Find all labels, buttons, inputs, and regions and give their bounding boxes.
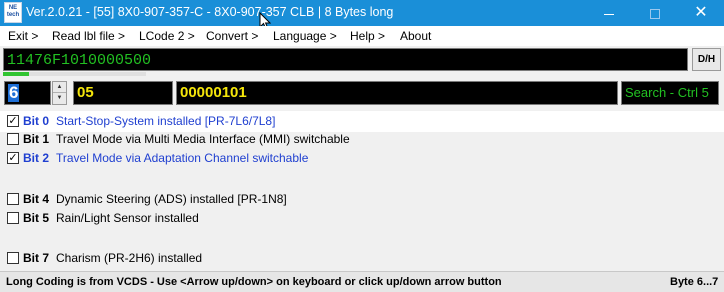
byte-hex-field[interactable]: 05 — [73, 81, 173, 105]
menu-help[interactable]: Help > — [350, 29, 385, 43]
window-title: Ver.2.0.21 - [55] 8X0-907-357-C - 8X0-90… — [26, 5, 394, 19]
spin-down-button[interactable]: ▼ — [53, 93, 66, 104]
dh-button[interactable]: D/H — [692, 48, 721, 71]
bit-label: Bit 2 — [23, 151, 50, 165]
menu-lcode-2[interactable]: LCode 2 > — [139, 29, 195, 43]
bit-1-checkbox[interactable] — [7, 133, 19, 145]
bit-description: Travel Mode via Multi Media Interface (M… — [56, 132, 350, 146]
menu-about[interactable]: About — [400, 29, 431, 43]
byte-binary-field[interactable]: 00000101 — [176, 81, 618, 105]
menu-bar: Exit > Read lbl file > LCode 2 > Convert… — [0, 26, 724, 46]
close-button[interactable]: ✕ — [678, 0, 724, 26]
bit-0-checkbox[interactable]: ✓ — [7, 115, 19, 127]
bit-label: Bit 1 — [23, 132, 50, 146]
long-coding-field[interactable]: 11476F1010000500 — [3, 48, 688, 71]
progress-bar — [3, 72, 146, 76]
bit-list: ✓ Bit 0 Start-Stop-System installed [PR-… — [0, 108, 724, 270]
status-bar: Long Coding is from VCDS - Use <Arrow up… — [0, 271, 724, 292]
maximize-button[interactable] — [632, 0, 678, 26]
menu-read-lbl-file[interactable]: Read lbl file > — [52, 29, 125, 43]
bit-label: Bit 0 — [23, 114, 50, 128]
bit-description: Dynamic Steering (ADS) installed [PR-1N8… — [56, 192, 287, 206]
maximize-icon — [650, 9, 660, 20]
byte-number-value: 6 — [8, 83, 20, 102]
close-icon: ✕ — [694, 4, 708, 21]
minimize-button[interactable] — [586, 0, 632, 26]
bit-row-7[interactable]: Bit 7 Charism (PR-2H6) installed — [0, 248, 724, 269]
bit-description: Charism (PR-2H6) installed — [56, 251, 203, 265]
progress-fill — [3, 72, 29, 76]
app-logo-icon: NE tech — [4, 2, 22, 23]
bit-row-4[interactable]: Bit 4 Dynamic Steering (ADS) installed [… — [0, 189, 724, 210]
menu-language[interactable]: Language > — [273, 29, 337, 43]
bit-7-checkbox[interactable] — [7, 252, 19, 264]
spin-up-button[interactable]: ▲ — [53, 82, 66, 93]
bit-2-checkbox[interactable]: ✓ — [7, 152, 19, 164]
bit-description: Rain/Light Sensor installed — [56, 211, 199, 225]
bit-label: Bit 7 — [23, 251, 50, 265]
bit-row-5[interactable]: Bit 5 Rain/Light Sensor installed — [0, 208, 724, 229]
minimize-icon — [604, 13, 614, 15]
byte-number-input[interactable]: 6 — [4, 81, 51, 105]
byte-stepper: ▲ ▼ — [52, 81, 67, 105]
menu-exit[interactable]: Exit > — [8, 29, 38, 43]
title-bar[interactable]: NE tech Ver.2.0.21 - [55] 8X0-907-357-C … — [0, 0, 724, 26]
bit-description: Travel Mode via Adaptation Channel switc… — [56, 151, 309, 165]
search-field[interactable]: Search - Ctrl 5 — [621, 81, 719, 105]
bit-5-checkbox[interactable] — [7, 212, 19, 224]
bit-label: Bit 5 — [23, 211, 50, 225]
menu-convert[interactable]: Convert > — [206, 29, 258, 43]
bit-row-2[interactable]: ✓ Bit 2 Travel Mode via Adaptation Chann… — [0, 148, 724, 169]
bit-row-1[interactable]: Bit 1 Travel Mode via Multi Media Interf… — [0, 129, 724, 150]
status-text: Long Coding is from VCDS - Use <Arrow up… — [6, 276, 502, 288]
status-byte-range: Byte 6...7 — [670, 276, 719, 288]
bit-label: Bit 4 — [23, 192, 50, 206]
bit-description: Start-Stop-System installed [PR-7L6/7L8] — [56, 114, 276, 128]
bit-4-checkbox[interactable] — [7, 193, 19, 205]
